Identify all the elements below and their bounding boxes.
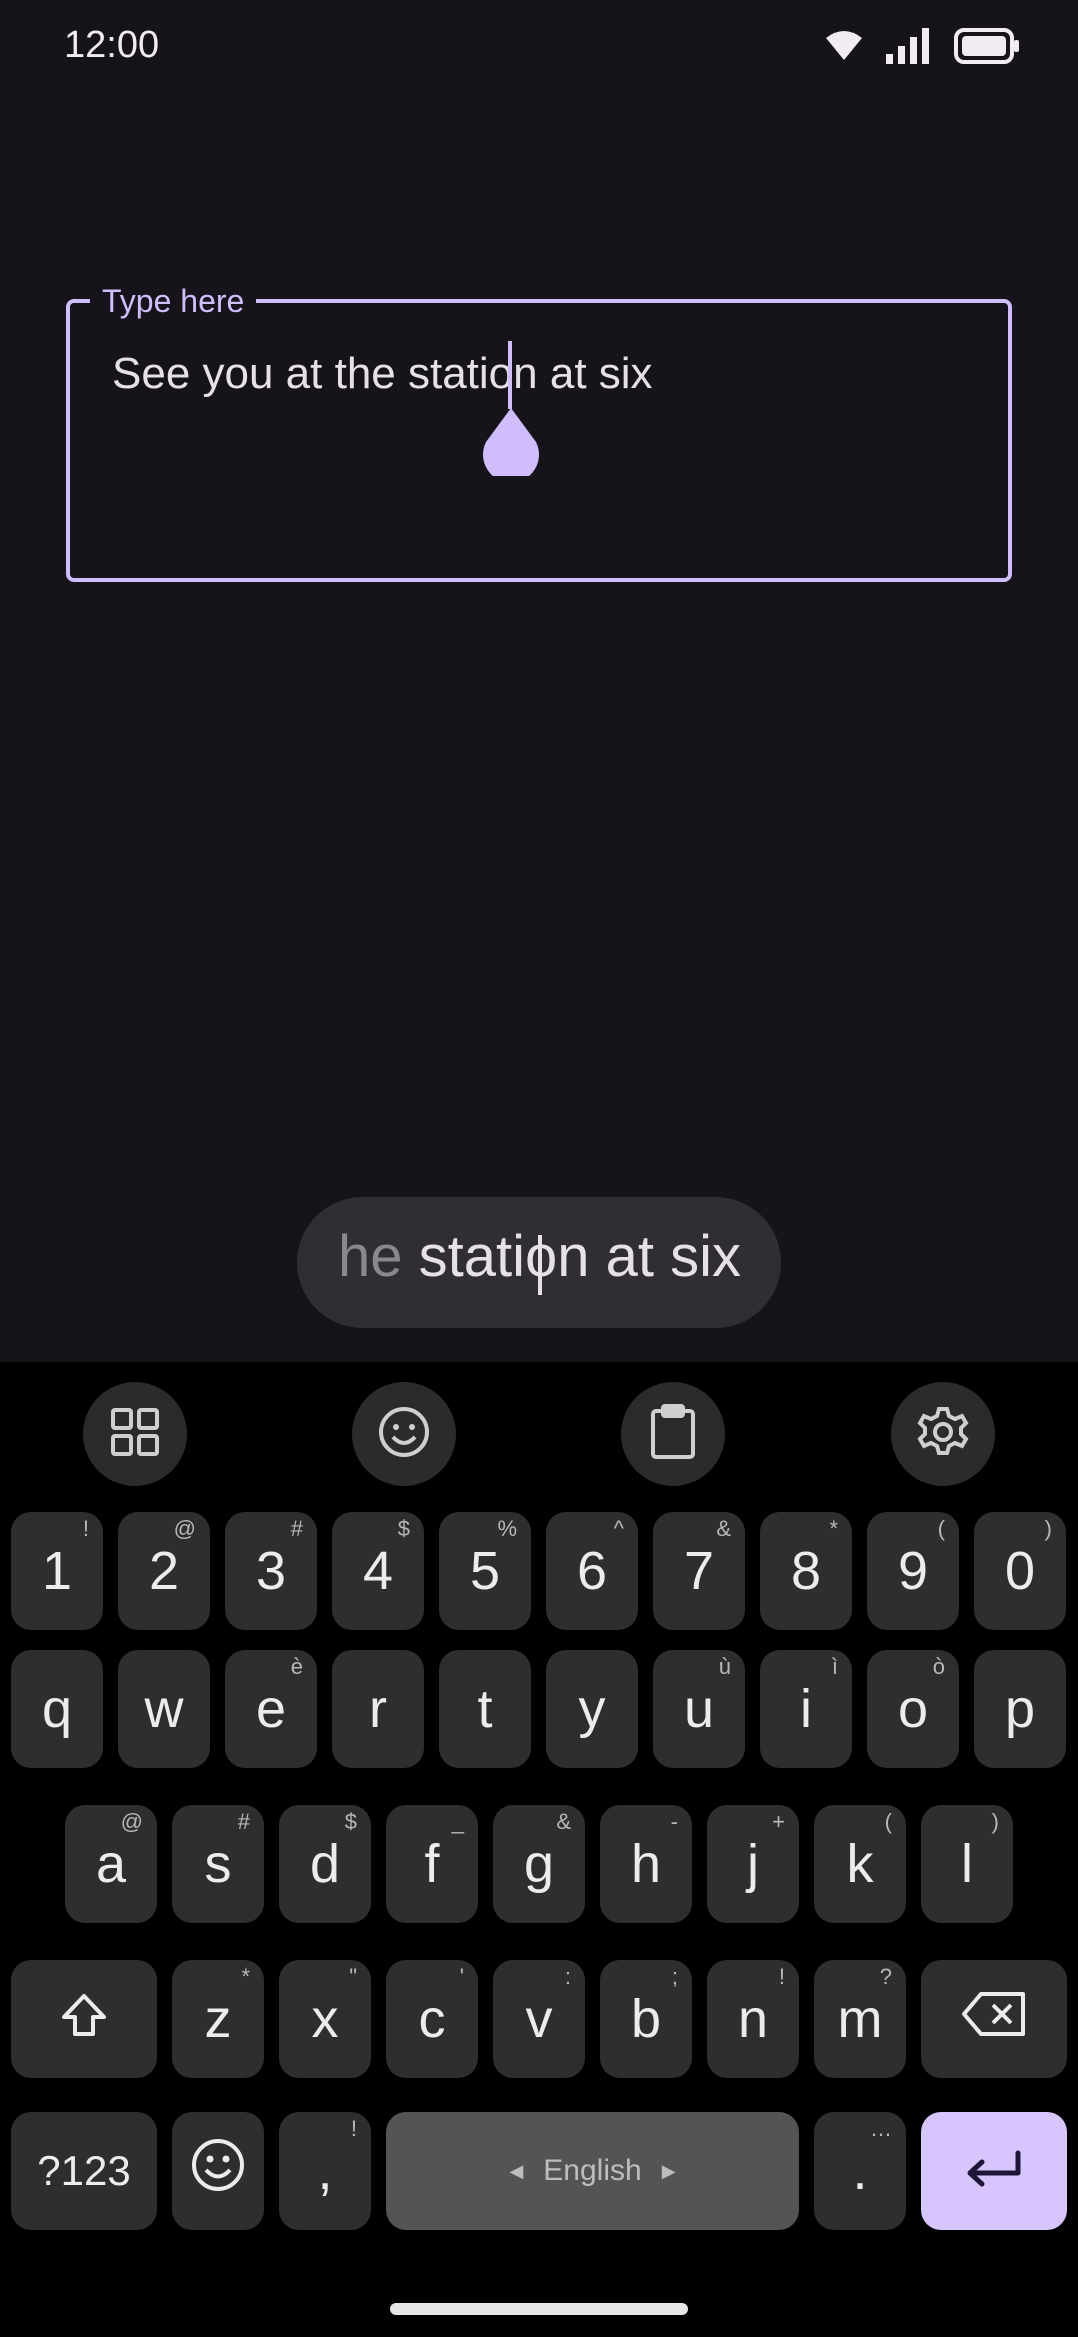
enter-key[interactable]: [921, 2112, 1067, 2230]
key-n[interactable]: n!: [707, 1960, 799, 2078]
key-m[interactable]: m?: [814, 1960, 906, 2078]
emoji-key[interactable]: [172, 2112, 264, 2230]
key-7[interactable]: 7 &: [653, 1512, 745, 1630]
clipboard-button[interactable]: [621, 1382, 725, 1486]
wifi-icon: [824, 30, 864, 67]
apps-grid-icon: [110, 1407, 160, 1462]
key-0[interactable]: 0): [974, 1512, 1066, 1630]
right-arrow-icon: ▶: [661, 2160, 676, 2181]
text-magnifier: he station at six: [297, 1197, 781, 1328]
key-p[interactable]: p: [974, 1650, 1066, 1768]
key-t[interactable]: t: [439, 1650, 531, 1768]
comma-key[interactable]: ,!: [279, 2112, 371, 2230]
key-b[interactable]: b;: [600, 1960, 692, 2078]
backspace-icon: [961, 1988, 1027, 2050]
key-a[interactable]: a @: [65, 1805, 157, 1923]
apps-grid-button[interactable]: [83, 1382, 187, 1486]
key-5[interactable]: 5%: [439, 1512, 531, 1630]
key-6[interactable]: 6 ^: [546, 1512, 638, 1630]
space-key[interactable]: ◀ English ▶: [386, 2112, 799, 2230]
key-f[interactable]: f _: [386, 1805, 478, 1923]
key-2[interactable]: 2 @: [118, 1512, 210, 1630]
emoji-button[interactable]: [352, 1382, 456, 1486]
key-w[interactable]: w: [118, 1650, 210, 1768]
battery-icon: [954, 28, 1020, 69]
key-r[interactable]: r: [332, 1650, 424, 1768]
magnifier-visible-text: station at six: [402, 1224, 741, 1289]
home-indicator[interactable]: [390, 2303, 688, 2315]
magnifier-faded-text: he: [338, 1224, 403, 1289]
key-l[interactable]: l): [921, 1805, 1013, 1923]
shift-icon: [60, 1988, 108, 2050]
key-y[interactable]: y: [546, 1650, 638, 1768]
emoji-key-icon: [190, 2137, 246, 2206]
status-time: 12:00: [64, 24, 160, 66]
backspace-key[interactable]: [921, 1960, 1067, 2078]
emoji-icon: [377, 1405, 431, 1464]
key-8[interactable]: 8 *: [760, 1512, 852, 1630]
key-d[interactable]: d $: [279, 1805, 371, 1923]
key-z[interactable]: z *: [172, 1960, 264, 2078]
text-field-label: Type here: [90, 281, 257, 321]
text-cursor: [508, 341, 512, 409]
key-u[interactable]: uù: [653, 1650, 745, 1768]
key-q[interactable]: q: [11, 1650, 103, 1768]
text-field-value[interactable]: See you at the station at six: [112, 349, 653, 399]
key-i[interactable]: iì: [760, 1650, 852, 1768]
key-v[interactable]: v:: [493, 1960, 585, 2078]
cursor-handle-icon[interactable]: [482, 406, 540, 483]
key-g[interactable]: g &: [493, 1805, 585, 1923]
symbols-key[interactable]: ?123: [11, 2112, 157, 2230]
cellular-signal-icon: [886, 28, 932, 69]
enter-icon: [964, 2140, 1024, 2202]
magnifier-caret: [538, 1235, 542, 1295]
key-h[interactable]: h-: [600, 1805, 692, 1923]
key-e[interactable]: eè: [225, 1650, 317, 1768]
period-key[interactable]: .…: [814, 2112, 906, 2230]
screen: 12:00 Type here See you at the station a…: [0, 0, 1078, 2337]
space-key-label: English: [543, 2154, 642, 2187]
left-arrow-icon: ◀: [509, 2160, 524, 2181]
key-x[interactable]: x ": [279, 1960, 371, 2078]
key-c[interactable]: c ': [386, 1960, 478, 2078]
key-1[interactable]: 1!: [11, 1512, 103, 1630]
key-9[interactable]: 9(: [867, 1512, 959, 1630]
key-3[interactable]: 3 #: [225, 1512, 317, 1630]
key-k[interactable]: k(: [814, 1805, 906, 1923]
settings-button[interactable]: [891, 1382, 995, 1486]
shift-key[interactable]: [11, 1960, 157, 2078]
status-bar: 12:00: [0, 0, 1078, 96]
key-s[interactable]: s #: [172, 1805, 264, 1923]
key-j[interactable]: j +: [707, 1805, 799, 1923]
settings-gear-icon: [916, 1405, 970, 1464]
clipboard-icon: [648, 1403, 698, 1465]
key-o[interactable]: oò: [867, 1650, 959, 1768]
status-icons: [824, 28, 1020, 69]
key-4[interactable]: 4 $: [332, 1512, 424, 1630]
